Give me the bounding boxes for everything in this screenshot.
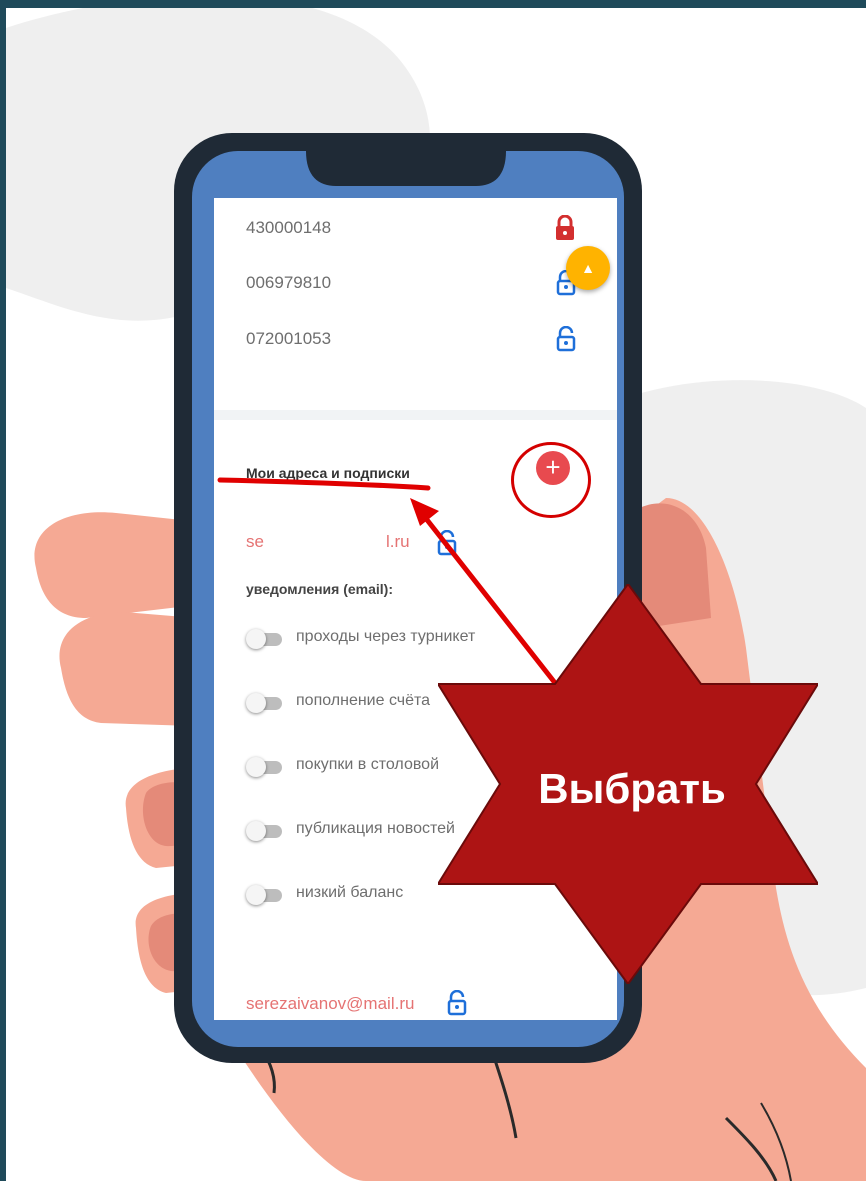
underline-annotation	[217, 477, 431, 491]
callout-text: Выбрать	[538, 765, 726, 812]
arrow-head	[410, 498, 439, 526]
slide: 430000148 006979810 072001053 ▲ Мои адре…	[6, 8, 866, 1181]
highlight-circle	[511, 442, 591, 518]
